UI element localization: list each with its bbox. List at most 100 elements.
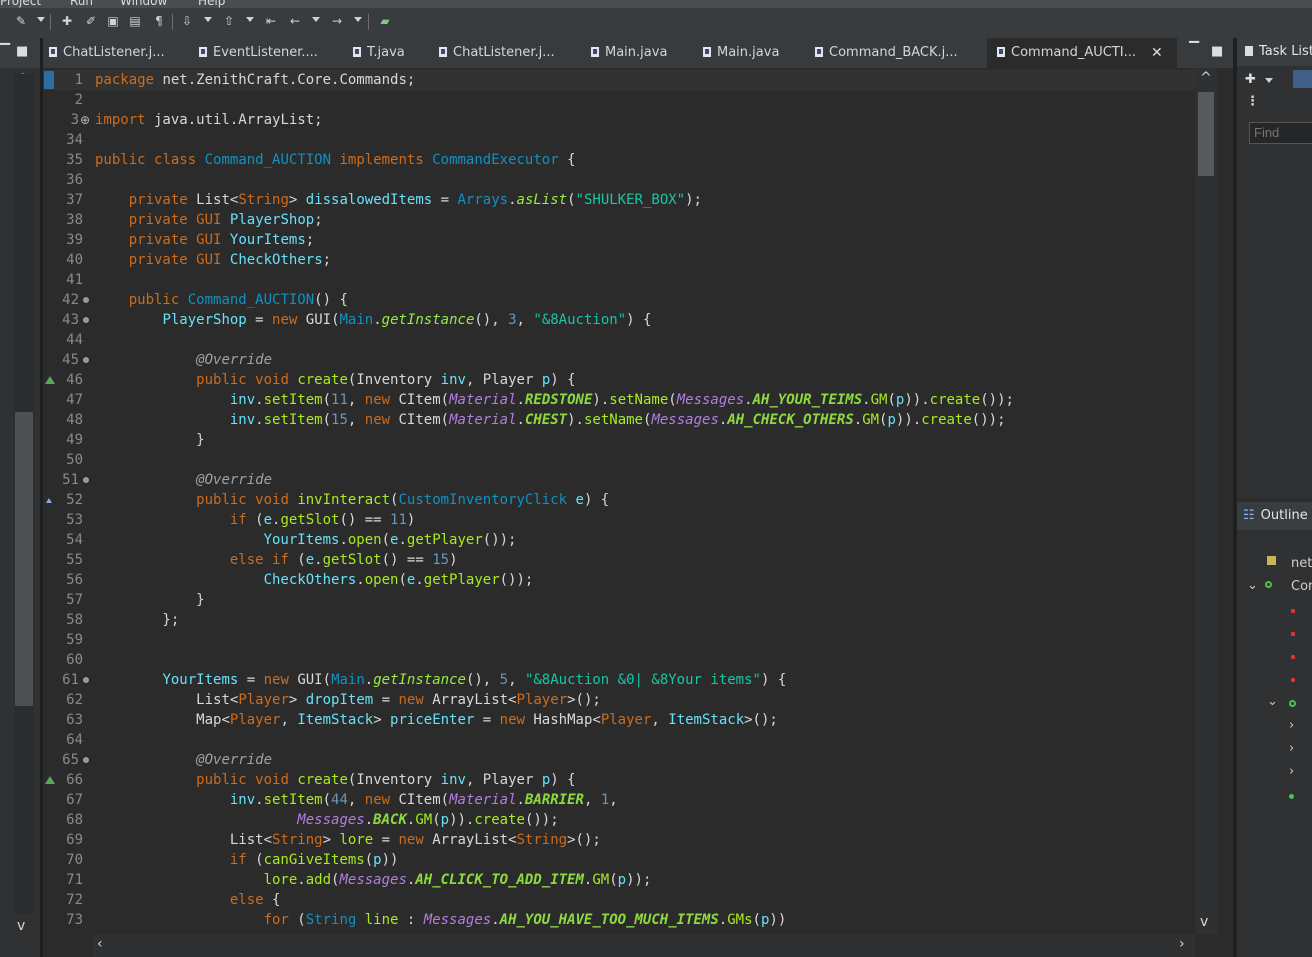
- minimize-icon[interactable]: ▔: [0, 44, 10, 59]
- code-line[interactable]: 2: [43, 90, 1195, 110]
- code-line[interactable]: 41: [43, 270, 1195, 290]
- private-field-icon[interactable]: [1291, 609, 1295, 613]
- code-line[interactable]: 54 YourItems.open(e.getPlayer());: [43, 530, 1195, 550]
- new-icon[interactable]: ✚: [60, 14, 74, 28]
- scroll-up-icon[interactable]: ^: [1200, 70, 1212, 86]
- code-line[interactable]: 58 };: [43, 610, 1195, 630]
- code-line[interactable]: 39 private GUI YourItems;: [43, 230, 1195, 250]
- code-line[interactable]: 65 @Override: [43, 750, 1195, 770]
- code-line[interactable]: 48 inv.setItem(15, new CItem(Material.CH…: [43, 410, 1195, 430]
- code-line[interactable]: 53 if (e.getSlot() == 11): [43, 510, 1195, 530]
- code-line[interactable]: 43 PlayerShop = new GUI(Main.getInstance…: [43, 310, 1195, 330]
- code-line[interactable]: 70 if (canGiveItems(p)): [43, 850, 1195, 870]
- open-task-icon[interactable]: ▰: [378, 14, 392, 28]
- prev-annotation-icon[interactable]: ⇧: [222, 14, 236, 28]
- code-line[interactable]: 3 ⊕ import java.util.ArrayList;: [43, 110, 1195, 130]
- code-editor[interactable]: 1 package net.ZenithCraft.Core.Commands;…: [43, 68, 1195, 934]
- collapse-fold-icon[interactable]: [83, 357, 89, 363]
- code-line[interactable]: 60: [43, 650, 1195, 670]
- pencil-icon[interactable]: ✐: [84, 14, 98, 28]
- code-line[interactable]: 34: [43, 130, 1195, 150]
- new-task-icon[interactable]: ✚: [1245, 72, 1256, 87]
- code-line[interactable]: 38 private GUI PlayerShop;: [43, 210, 1195, 230]
- tab-chatlistener-2[interactable]: ChatListener.j...: [439, 38, 555, 68]
- chevron-down-icon[interactable]: [204, 17, 212, 22]
- code-line[interactable]: 56 CheckOthers.open(e.getPlayer());: [43, 570, 1195, 590]
- collapse-fold-icon[interactable]: [83, 757, 89, 763]
- code-line[interactable]: 57 }: [43, 590, 1195, 610]
- code-line[interactable]: 40 private GUI CheckOthers;: [43, 250, 1195, 270]
- chevron-down-icon[interactable]: ⌄: [1247, 578, 1258, 593]
- chevron-down-icon[interactable]: ⌄: [1267, 694, 1278, 709]
- code-line[interactable]: 44: [43, 330, 1195, 350]
- outline-title-bar[interactable]: ☷ Outline: [1237, 502, 1312, 530]
- code-line[interactable]: 52 public void invInteract(CustomInvento…: [43, 490, 1195, 510]
- code-line[interactable]: 51 @Override: [43, 470, 1195, 490]
- code-line[interactable]: 63 Map<Player, ItemStack> priceEnter = n…: [43, 710, 1195, 730]
- collapse-fold-icon[interactable]: [83, 317, 89, 323]
- editor-horizontal-scrollbar[interactable]: ‹ ›: [93, 934, 1195, 957]
- categorize-icon[interactable]: [1293, 70, 1312, 88]
- back-icon[interactable]: ←: [288, 14, 302, 28]
- minimize-editor-icon[interactable]: ▔: [1189, 42, 1199, 57]
- chevron-right-icon[interactable]: ›: [1289, 718, 1294, 733]
- private-field-icon[interactable]: [1291, 655, 1295, 659]
- code-line[interactable]: 71 lore.add(Messages.AH_CLICK_TO_ADD_ITE…: [43, 870, 1195, 890]
- code-line[interactable]: 73 for (String line : Messages.AH_YOU_HA…: [43, 910, 1195, 930]
- code-line[interactable]: 49 }: [43, 430, 1195, 450]
- menu-run[interactable]: Run: [70, 0, 93, 8]
- chevron-down-icon[interactable]: [246, 17, 254, 22]
- outline-class[interactable]: Com: [1291, 579, 1312, 594]
- task-list-title-bar[interactable]: Task List: [1237, 38, 1312, 66]
- tab-main-java-2[interactable]: Main.java: [703, 38, 779, 68]
- chevron-down-icon[interactable]: [37, 17, 45, 22]
- code-line[interactable]: 62 List<Player> dropItem = new ArrayList…: [43, 690, 1195, 710]
- collapse-fold-icon[interactable]: [83, 297, 89, 303]
- code-line[interactable]: 55 else if (e.getSlot() == 15): [43, 550, 1195, 570]
- chevron-down-icon[interactable]: [354, 17, 362, 22]
- editor-scroll-thumb[interactable]: [1198, 92, 1214, 176]
- tab-chatlistener[interactable]: ChatListener.j...: [49, 38, 165, 68]
- code-line[interactable]: 61 YourItems = new GUI(Main.getInstance(…: [43, 670, 1195, 690]
- expand-fold-icon[interactable]: ⊕: [80, 110, 90, 130]
- menu-help[interactable]: Help: [198, 0, 225, 8]
- maximize-editor-icon[interactable]: ■: [1211, 44, 1223, 59]
- pilcrow-icon[interactable]: ¶: [152, 14, 166, 28]
- collapse-fold-icon[interactable]: [83, 477, 89, 483]
- left-panel-scroll-thumb[interactable]: [15, 412, 33, 706]
- chevron-right-icon[interactable]: ›: [1289, 741, 1294, 756]
- more-options-icon[interactable]: ⋮: [1246, 94, 1259, 109]
- chevron-right-icon[interactable]: ›: [1289, 764, 1294, 779]
- find-input[interactable]: [1249, 122, 1312, 144]
- save-icon[interactable]: ▣: [106, 14, 120, 28]
- code-line[interactable]: 36: [43, 170, 1195, 190]
- chevron-down-icon[interactable]: [312, 17, 320, 22]
- outline-package[interactable]: net: [1291, 556, 1312, 571]
- brush-icon[interactable]: ✎: [14, 14, 28, 28]
- tab-command-back[interactable]: Command_BACK.j...: [815, 38, 958, 68]
- layout-icon[interactable]: ▤: [128, 14, 142, 28]
- forward-icon[interactable]: →: [330, 14, 344, 28]
- code-line[interactable]: 66 public void create(Inventory inv, Pla…: [43, 770, 1195, 790]
- private-field-icon[interactable]: [1291, 678, 1295, 682]
- tab-main-java[interactable]: Main.java: [591, 38, 667, 68]
- code-line[interactable]: 50: [43, 450, 1195, 470]
- code-line[interactable]: 64: [43, 730, 1195, 750]
- tab-command-auction[interactable]: Command_AUCTI...: [987, 38, 1177, 68]
- code-line[interactable]: 47 inv.setItem(11, new CItem(Material.RE…: [43, 390, 1195, 410]
- code-line[interactable]: 69 List<String> lore = new ArrayList<Str…: [43, 830, 1195, 850]
- tab-t-java[interactable]: T.java: [353, 38, 405, 68]
- editor-vertical-scrollbar[interactable]: ^ v: [1195, 68, 1217, 934]
- scroll-down-icon[interactable]: v: [17, 918, 25, 934]
- chevron-down-icon[interactable]: [1265, 78, 1273, 83]
- next-annotation-icon[interactable]: ⇩: [180, 14, 194, 28]
- private-field-icon[interactable]: [1291, 632, 1295, 636]
- code-line[interactable]: 35 public class Command_AUCTION implemen…: [43, 150, 1195, 170]
- tab-eventlistener[interactable]: EventListener....: [199, 38, 318, 68]
- code-line[interactable]: 72 else {: [43, 890, 1195, 910]
- method-icon[interactable]: [1289, 794, 1294, 799]
- close-tab-icon[interactable]: ✕: [1151, 45, 1163, 61]
- code-line[interactable]: 42 public Command_AUCTION() {: [43, 290, 1195, 310]
- collapse-fold-icon[interactable]: [83, 677, 89, 683]
- code-line[interactable]: 68 Messages.BACK.GM(p)).create());: [43, 810, 1195, 830]
